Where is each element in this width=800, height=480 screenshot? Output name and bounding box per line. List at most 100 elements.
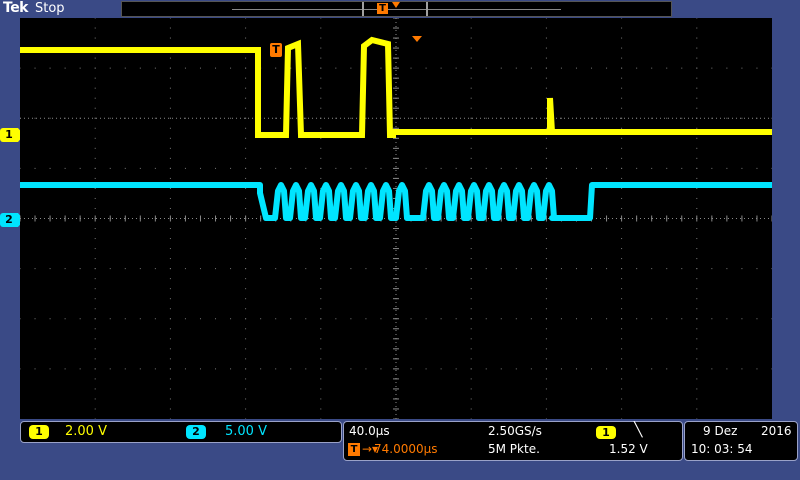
grid-dot: [470, 238, 472, 240]
grid-dot: [621, 157, 623, 159]
grid-dot: [169, 398, 171, 400]
grid-dot: [621, 268, 623, 270]
ch1-scale[interactable]: 2.00 V: [65, 424, 107, 439]
grid-dot: [621, 147, 623, 149]
grid-dot: [545, 27, 547, 29]
grid-dot: [636, 368, 638, 370]
grid-dot: [440, 368, 442, 370]
channel-scale-panel[interactable]: 1 2.00 V 2 5.00 V: [20, 421, 342, 443]
grid-dot: [621, 47, 623, 49]
grid-dot: [230, 117, 232, 119]
grid-dot: [485, 117, 487, 119]
grid-dot: [305, 368, 307, 370]
trigger-position-value[interactable]: 74.0000µs: [374, 442, 438, 456]
grid-dot: [545, 77, 547, 79]
grid-dot: [94, 368, 96, 370]
grid-dot: [49, 318, 51, 320]
grid-dot: [470, 107, 472, 109]
grid-dot: [94, 248, 96, 250]
grid-dot: [726, 368, 728, 370]
ch2-badge[interactable]: 2: [186, 425, 206, 439]
grid-dot: [621, 107, 623, 109]
grid-dot: [545, 127, 547, 129]
ch2-scale[interactable]: 5.00 V: [225, 424, 267, 439]
grid-dot: [545, 388, 547, 390]
grid-dot: [320, 308, 322, 310]
grid-dot: [290, 167, 292, 169]
grid-dot: [94, 418, 96, 419]
grid-dot: [696, 388, 698, 390]
grid-dot: [290, 318, 292, 320]
grid-dot: [696, 157, 698, 159]
grid-dot: [20, 167, 21, 169]
grid-dot: [94, 308, 96, 310]
grid-dot: [696, 187, 698, 189]
record-view-bar[interactable]: T: [121, 1, 672, 17]
grid-dot: [410, 268, 412, 270]
trigger-source-badge[interactable]: 1: [596, 426, 616, 439]
grid-dot: [94, 207, 96, 209]
grid-dot: [545, 37, 547, 39]
grid-dot: [470, 358, 472, 360]
ch1-badge[interactable]: 1: [29, 425, 49, 439]
grid-dot: [245, 197, 247, 199]
grid-dot: [591, 318, 593, 320]
grid-dot: [500, 368, 502, 370]
grid-dot: [591, 268, 593, 270]
trigger-position-marker[interactable]: T: [270, 43, 282, 57]
grid-dot: [169, 77, 171, 79]
grid-dot: [666, 368, 668, 370]
grid-dot: [470, 177, 472, 179]
grid-dot: [199, 167, 201, 169]
record-length-value[interactable]: 5M Pkte.: [488, 442, 540, 456]
timebase-value[interactable]: 40.0µs: [349, 424, 390, 438]
grid-dot: [79, 167, 81, 169]
trigger-slope-falling-icon[interactable]: ╲: [634, 422, 642, 438]
grid-dot: [470, 368, 472, 370]
grid-dot: [124, 368, 126, 370]
grid-dot: [515, 167, 517, 169]
grid-dot: [621, 117, 623, 119]
grid-dot: [696, 147, 698, 149]
grid-dot: [621, 18, 623, 19]
grid-dot: [79, 268, 81, 270]
grid-dot: [696, 418, 698, 419]
grid-dot: [621, 258, 623, 260]
grid-dot: [651, 167, 653, 169]
grid-dot: [545, 97, 547, 99]
grid-dot: [696, 408, 698, 410]
grid-dot: [124, 167, 126, 169]
waveform-display[interactable]: T: [20, 18, 772, 419]
grid-dot: [49, 167, 51, 169]
grid-dot: [169, 228, 171, 230]
ch2-ground-marker[interactable]: 2: [0, 213, 24, 227]
grid-dot: [320, 368, 322, 370]
grid-dot: [365, 268, 367, 270]
trigger-level-value[interactable]: 1.52 V: [609, 442, 648, 456]
grid-dot: [94, 127, 96, 129]
grid-dot: [79, 368, 81, 370]
grid-dot: [169, 418, 171, 419]
grid-dot: [305, 117, 307, 119]
grid-dot: [320, 177, 322, 179]
horizontal-trigger-panel[interactable]: 40.0µs 2.50GS/s 1 ╲ T →▾ 74.0000µs 5M Pk…: [343, 421, 683, 461]
grid-dot: [94, 388, 96, 390]
grid-dot: [34, 67, 36, 69]
grid-dot: [455, 67, 457, 69]
grid-dot: [756, 318, 758, 320]
grid-dot: [169, 97, 171, 99]
grid-dot: [169, 258, 171, 260]
grid-dot: [621, 228, 623, 230]
grid-dot: [455, 268, 457, 270]
grid-dot: [621, 97, 623, 99]
grid-dot: [245, 167, 247, 169]
ch1-ground-marker[interactable]: 1: [0, 128, 24, 142]
grid-dot: [651, 318, 653, 320]
grid-dot: [320, 157, 322, 159]
grid-dot: [320, 258, 322, 260]
grid-dot: [470, 27, 472, 29]
grid-dot: [109, 318, 111, 320]
grid-dot: [696, 318, 698, 320]
grid-dot: [530, 318, 532, 320]
grid-dot: [696, 308, 698, 310]
